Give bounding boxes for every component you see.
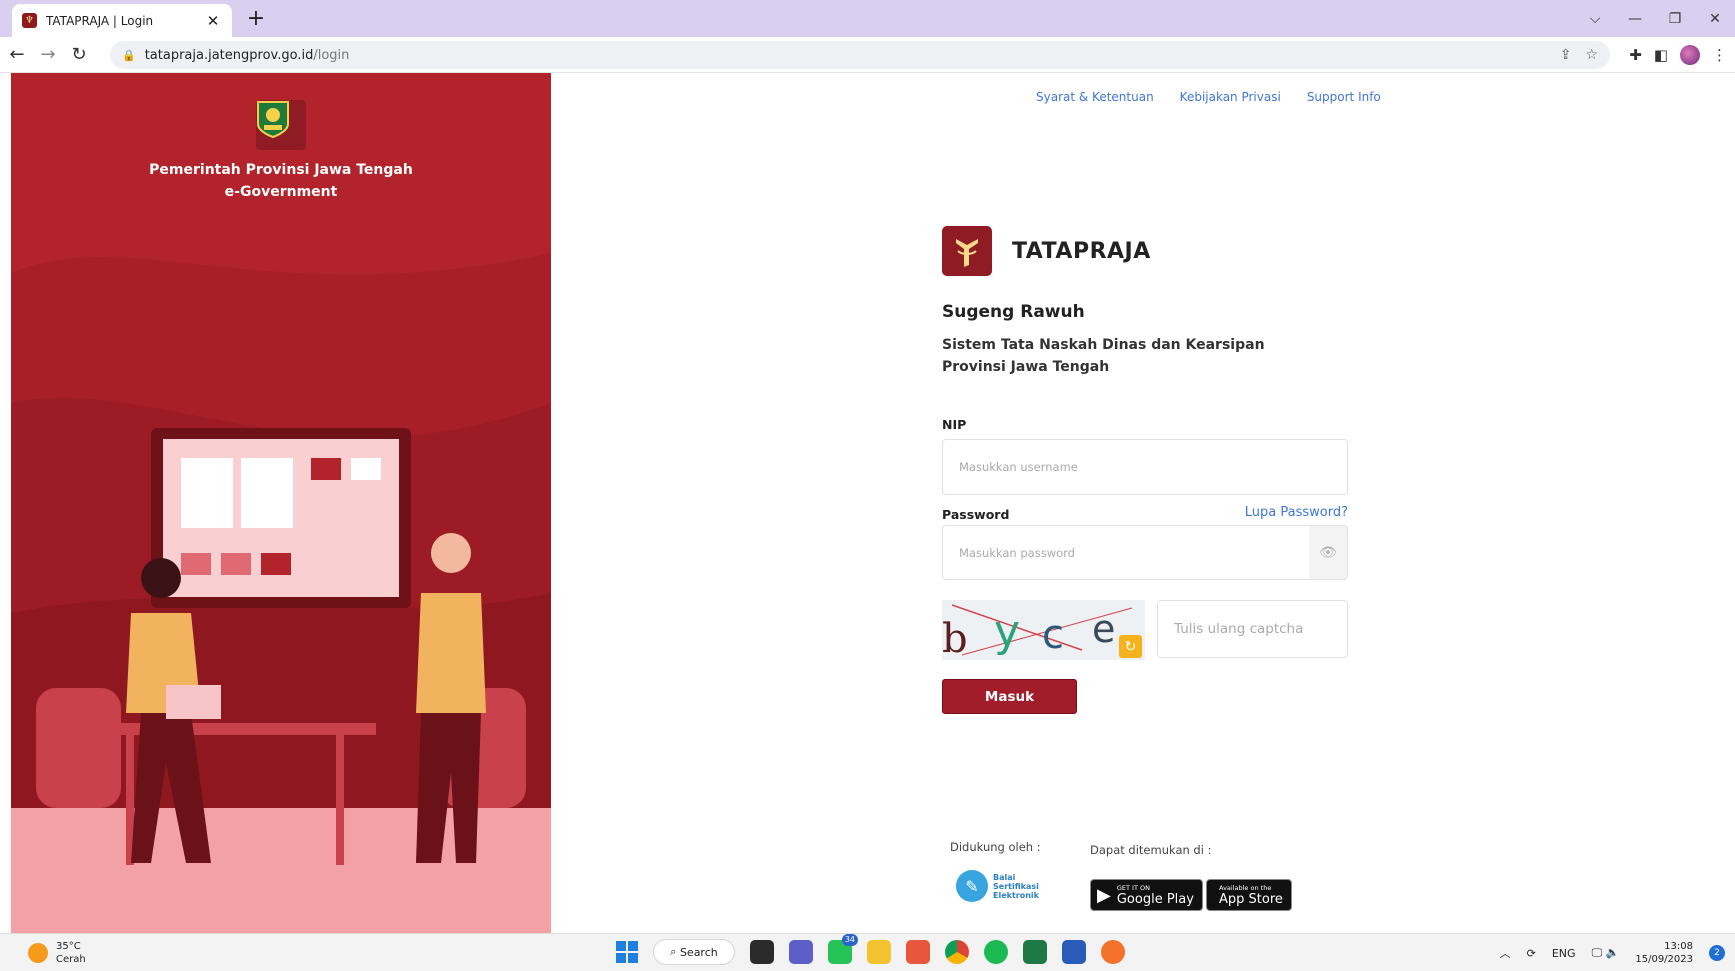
side-panel-icon[interactable]: ◧ [1654,46,1668,64]
screen: ♆ TATAPRAJA | Login ✕ + ⌵ — ❐ ✕ ← → ↻ 🔒 … [0,0,1735,971]
tab-search-chevron-icon[interactable]: ⌵ [1575,11,1615,27]
close-window-button[interactable]: ✕ [1695,11,1735,27]
clock-time: 13:08 [1664,941,1693,952]
google-play-badge[interactable]: ▶ GET IT ON Google Play [1090,879,1203,911]
subtitle-line-1: Sistem Tata Naskah Dinas dan Kearsipan [942,337,1265,353]
clock[interactable]: 13:08 15/09/2023 [1635,940,1693,966]
login-button[interactable]: Masuk [942,679,1077,714]
toolbar-actions: ✚ ◧ ⋮ [1629,37,1727,73]
captcha-input[interactable] [1157,600,1348,658]
brand-name: TATAPRAJA [1012,238,1151,264]
forgot-password-link[interactable]: Lupa Password? [1190,505,1348,520]
bookmark-star-icon[interactable]: ☆ [1585,47,1598,63]
firefox-icon[interactable] [1101,940,1125,964]
chevron-up-icon[interactable]: ︿ [1500,945,1511,961]
available-at-label: Dapat ditemukan di : [1090,843,1212,857]
jateng-emblem-logo [256,100,306,150]
svg-text:b: b [942,616,968,660]
nip-input[interactable] [942,439,1348,495]
svg-text:c: c [1042,612,1064,658]
top-links: Syarat & Ketentuan Kebijakan Privasi Sup… [1036,90,1381,104]
system-tray: ︿ ⟳ ENG 🖵 🔈 13:08 15/09/2023 2 [1500,940,1725,966]
support-link[interactable]: Support Info [1307,90,1381,104]
bsre-logo[interactable]: ✎ Balai Sertifikasi Elektronik [956,870,1039,902]
back-arrow-icon[interactable]: ← [3,44,31,65]
word-icon[interactable] [1062,940,1086,964]
subtitle-line-2: Provinsi Jawa Tengah [942,359,1110,375]
sun-icon [28,943,48,963]
privacy-link[interactable]: Kebijakan Privasi [1180,90,1281,104]
profile-avatar[interactable] [1680,45,1700,65]
address-bar[interactable]: 🔒 tatapraja.jatengprov.go.id/login ⇪ ☆ [110,41,1610,69]
kebab-menu-icon[interactable]: ⋮ [1712,46,1727,64]
password-input[interactable] [942,525,1310,580]
org-subtitle: e-Government [224,184,338,200]
bsre-name: Balai Sertifikasi Elektronik [993,872,1039,900]
excel-icon[interactable] [1023,940,1047,964]
system-description: Sistem Tata Naskah Dinas dan Kearsipan P… [942,334,1302,378]
svg-text:e: e [1092,607,1115,651]
minimize-button[interactable]: — [1615,11,1655,27]
welcome-heading: Sugeng Rawuh [942,302,1085,322]
network-volume-icon[interactable]: 🖵 🔈 [1592,946,1620,960]
forward-arrow-icon[interactable]: → [34,44,62,65]
bsre-seal-icon: ✎ [956,870,988,902]
password-label: Password [942,507,1010,522]
captcha-image: b y c e [942,600,1145,660]
weather-condition: Cerah [56,954,86,965]
sync-icon[interactable]: ⟳ [1527,947,1536,960]
notification-badge[interactable]: 2 [1709,945,1725,961]
supported-by-label: Didukung oleh : [950,840,1041,854]
url-host: tatapraja.jatengprov.go.id [144,47,314,63]
google-play-icon: ▶ [1097,884,1111,906]
tatapraja-logo [942,226,992,276]
taskbar-apps: ⌕ Search 34 [616,934,1125,965]
file-explorer-icon[interactable] [867,940,891,964]
teams-chat-icon[interactable] [789,940,813,964]
browser-toolbar: ← → ↻ 🔒 tatapraja.jatengprov.go.id/login… [0,37,1735,73]
window-controls: ⌵ — ❐ ✕ [1575,0,1735,37]
omnibox-actions: ⇪ ☆ [1560,41,1598,69]
share-icon[interactable]: ⇪ [1560,47,1572,63]
temperature: 35°C [56,941,81,952]
clock-date: 15/09/2023 [1635,954,1693,965]
captcha-refresh-icon[interactable]: ↻ [1119,635,1142,658]
language-indicator[interactable]: ENG [1552,947,1576,960]
new-tab-button[interactable]: + [244,6,268,32]
weather-widget[interactable]: 35°C Cerah [28,940,86,966]
snipping-tool-icon[interactable] [906,940,930,964]
restore-button[interactable]: ❐ [1655,11,1695,27]
browser-tab[interactable]: ♆ TATAPRAJA | Login ✕ [12,4,232,37]
chrome-icon[interactable] [945,940,969,964]
url-path: /login [313,47,350,63]
windows-taskbar: 35°C Cerah ⌕ Search 34 ︿ ⟳ ENG 🖵 🔈 13:08 [0,933,1735,971]
tatapraja-favicon-icon: ♆ [22,13,37,28]
whatsapp-icon[interactable]: 34 [828,934,858,964]
whatsapp-badge: 34 [841,934,858,946]
left-branding-panel: Pemerintah Provinsi Jawa Tengah e-Govern… [11,73,551,933]
tab-close-icon[interactable]: ✕ [204,12,222,30]
brand-header: TATAPRAJA [942,226,1151,276]
org-name: Pemerintah Provinsi Jawa Tengah [149,162,413,178]
show-password-eye-icon[interactable]: 👁 [1309,525,1348,580]
app-store-badge[interactable]: Available on the App Store [1206,879,1292,911]
taskbar-search[interactable]: ⌕ Search [653,939,735,965]
spotify-icon[interactable] [984,940,1008,964]
terms-link[interactable]: Syarat & Ketentuan [1036,90,1154,104]
nip-label: NIP [942,417,967,432]
windows-start-icon[interactable] [616,941,638,963]
lock-icon[interactable]: 🔒 [122,49,136,62]
extensions-puzzle-icon[interactable]: ✚ [1629,46,1642,64]
task-view-icon[interactable] [750,940,774,964]
reload-icon[interactable]: ↻ [65,44,93,65]
svg-text:y: y [994,606,1020,657]
browser-tab-bar: ♆ TATAPRAJA | Login ✕ + ⌵ — ❐ ✕ [0,0,1735,37]
tab-title: TATAPRAJA | Login [46,13,154,28]
